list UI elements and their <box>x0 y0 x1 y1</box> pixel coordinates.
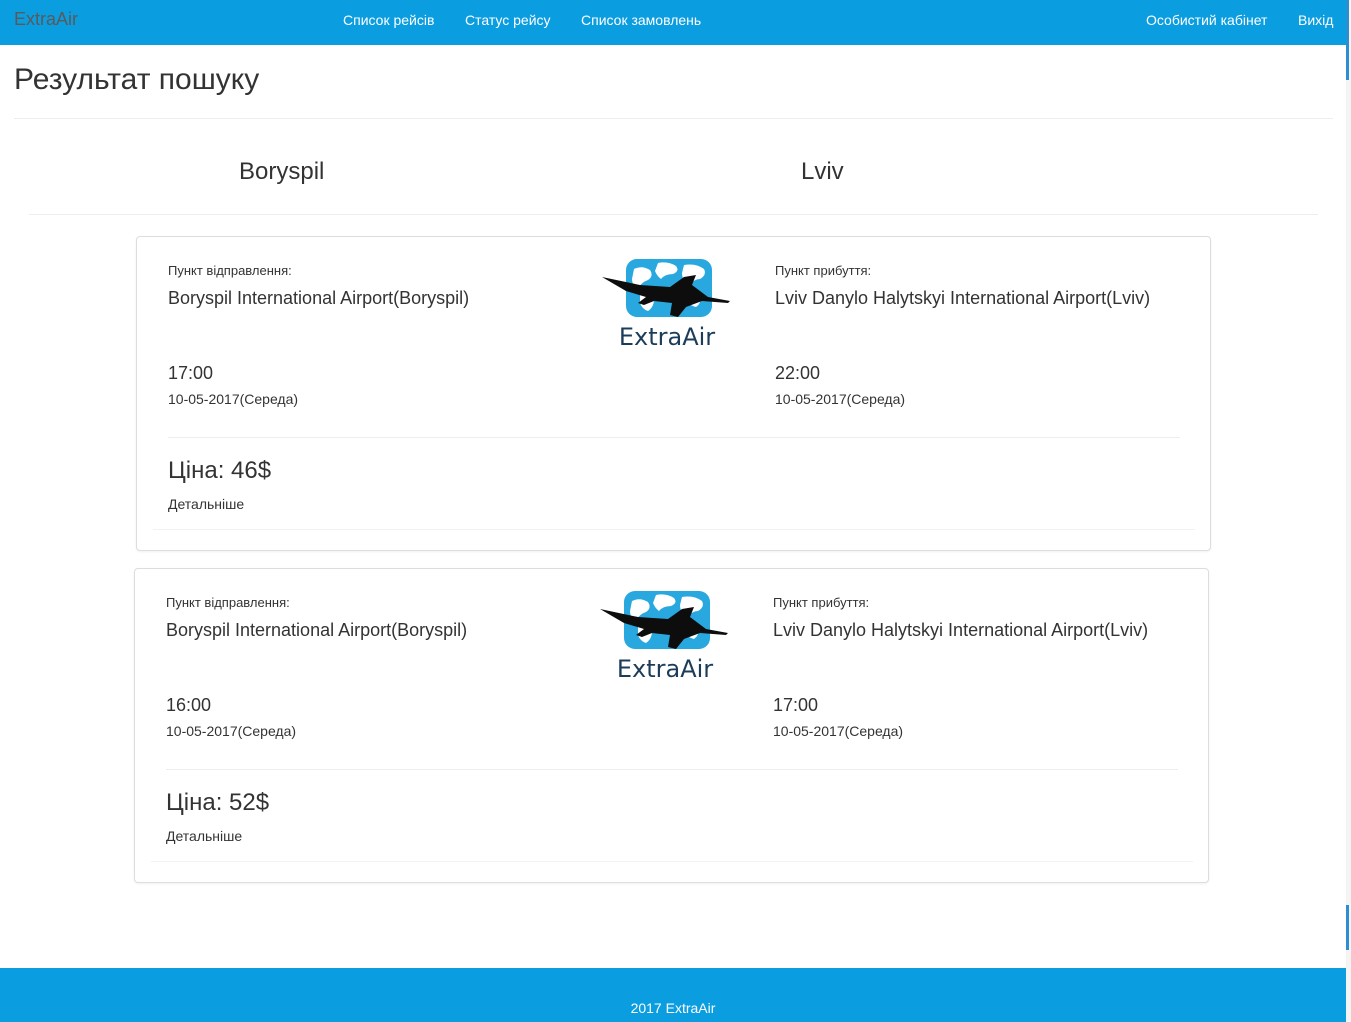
from-city: Boryspil <box>239 158 325 185</box>
nav-link-logout[interactable]: Вихід <box>1298 12 1333 28</box>
card-footer-divider <box>153 529 1195 530</box>
departure-airport: Boryspil International Airport(Boryspil) <box>168 288 470 308</box>
nav-link-account[interactable]: Особистий кабінет <box>1146 12 1267 28</box>
card-footer-divider <box>151 861 1193 862</box>
departure-label: Пункт відправлення: <box>166 595 290 610</box>
card-divider <box>166 769 1178 770</box>
departure-date: 10-05-2017(Середа) <box>168 391 299 407</box>
arrival-airport: Lviv Danylo Halytskyi International Airp… <box>773 620 1149 640</box>
arrival-date: 10-05-2017(Середа) <box>773 723 904 739</box>
brand-link[interactable]: ExtraAir <box>14 9 78 30</box>
scrollbar-accent-bottom <box>1346 905 1349 950</box>
card-divider <box>168 437 1180 438</box>
details-link[interactable]: Детальніше <box>166 828 242 844</box>
departure-airport: Boryspil International Airport(Boryspil) <box>166 620 468 640</box>
arrival-time: 17:00 <box>773 695 819 715</box>
arrival-label: Пункт прибуття: <box>775 263 872 278</box>
flight-card: Пункт відправлення: Boryspil Internation… <box>136 236 1211 551</box>
flight-card: Пункт відправлення: Boryspil Internation… <box>134 568 1209 883</box>
page-title: Результат пошуку <box>14 63 260 96</box>
price: Ціна: 52$ <box>166 789 270 816</box>
details-link[interactable]: Детальніше <box>168 496 244 512</box>
scrollbar-track[interactable] <box>1346 0 1351 1022</box>
airplane-globe-icon: ExtraAir <box>602 259 730 351</box>
departure-time: 16:00 <box>166 695 212 715</box>
price: Ціна: 46$ <box>168 457 272 484</box>
cities-divider <box>29 214 1318 215</box>
nav-link-orders-list[interactable]: Список замовлень <box>581 12 701 28</box>
arrival-time: 22:00 <box>775 363 821 383</box>
nav-link-flight-status[interactable]: Статус рейсу <box>465 12 551 28</box>
arrival-label: Пункт прибуття: <box>773 595 870 610</box>
footer: 2017 ExtraAir <box>0 968 1346 1022</box>
svg-text:ExtraAir: ExtraAir <box>619 323 715 351</box>
footer-copyright: 2017 ExtraAir <box>630 1000 716 1016</box>
nav-link-flights-list[interactable]: Список рейсів <box>343 12 434 28</box>
departure-time: 17:00 <box>168 363 214 383</box>
top-navbar: ExtraAir Список рейсів Статус рейсу Спис… <box>0 0 1346 45</box>
svg-text:ExtraAir: ExtraAir <box>617 655 713 683</box>
to-city: Lviv <box>801 158 844 185</box>
departure-label: Пункт відправлення: <box>168 263 292 278</box>
arrival-airport: Lviv Danylo Halytskyi International Airp… <box>775 288 1151 308</box>
airplane-globe-icon: ExtraAir <box>600 591 728 683</box>
departure-date: 10-05-2017(Середа) <box>166 723 297 739</box>
title-divider <box>14 118 1333 119</box>
arrival-date: 10-05-2017(Середа) <box>775 391 906 407</box>
scrollbar-accent-top <box>1346 0 1349 80</box>
